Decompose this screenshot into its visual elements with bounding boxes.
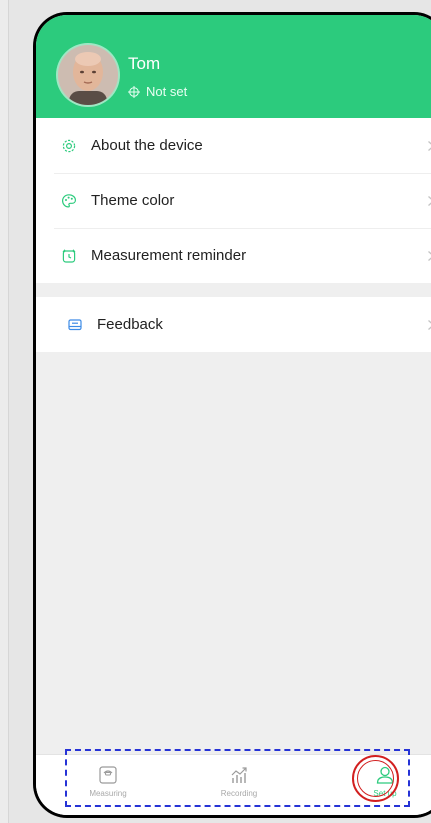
menu-item-about-device[interactable]: About the device (36, 118, 431, 173)
tab-label: Measuring (89, 789, 127, 798)
app-screen: Tom Not set About the device Theme color… (36, 15, 431, 815)
feedback-icon (68, 318, 82, 330)
palette-icon (61, 193, 77, 208)
scale-icon (99, 766, 117, 784)
tab-label: Recording (220, 789, 258, 798)
chevron-right-icon (428, 250, 431, 261)
chevron-right-icon (428, 319, 431, 330)
profile-header[interactable]: Tom Not set (36, 15, 431, 118)
feedback-menu: Feedback (36, 297, 431, 352)
menu-item-label: Feedback (97, 316, 163, 333)
location-text: Not set (146, 84, 188, 99)
window-edge (0, 0, 9, 823)
phone-frame: Tom Not set About the device Theme color… (33, 12, 431, 818)
menu-item-label: Measurement reminder (91, 247, 247, 264)
location-row[interactable]: Not set (128, 84, 187, 100)
chevron-right-icon (428, 195, 431, 206)
menu-item-label: Theme color (91, 192, 175, 209)
user-icon (376, 766, 394, 784)
settings-menu: About the device Theme color Measurement… (36, 118, 431, 283)
tab-label: Set up (373, 789, 397, 798)
bottom-tab-bar: Measuring Recording Set up (36, 754, 431, 815)
tab-recording[interactable]: Recording (189, 755, 289, 815)
location-target-icon (128, 86, 140, 98)
menu-item-feedback[interactable]: Feedback (36, 297, 431, 352)
alarm-clock-icon (62, 248, 76, 263)
menu-item-theme-color[interactable]: Theme color (36, 173, 431, 228)
settings-gear-icon (62, 139, 76, 152)
avatar[interactable] (58, 45, 118, 105)
menu-item-measurement-reminder[interactable]: Measurement reminder (36, 228, 431, 283)
trend-chart-icon (231, 767, 247, 783)
menu-item-label: About the device (91, 137, 203, 154)
chevron-right-icon (428, 140, 431, 151)
user-name: Tom (128, 54, 161, 73)
avatar-photo (58, 45, 118, 105)
tab-measuring[interactable]: Measuring (58, 755, 158, 815)
tab-set-up[interactable]: Set up (335, 755, 431, 815)
